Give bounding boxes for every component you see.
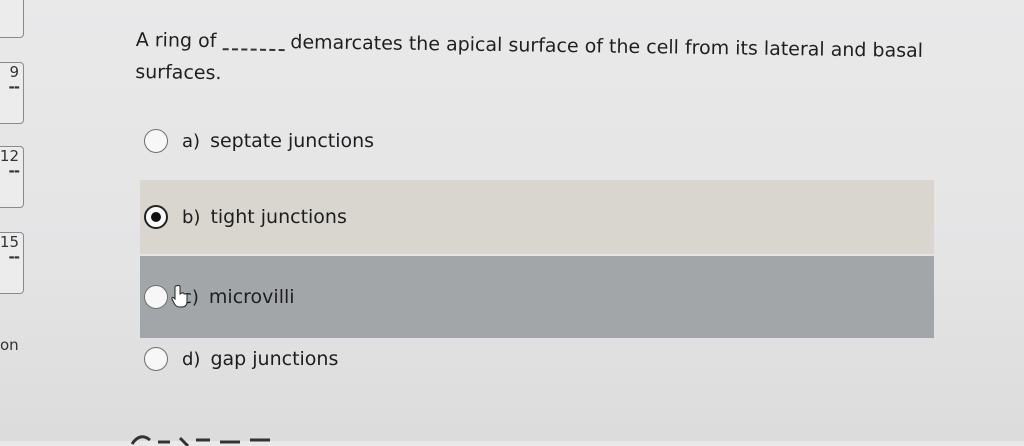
question-text: A ring of demarcates the apical surface o…: [135, 24, 956, 99]
question-nav-sidebar: 9 -- 12 -- 15 -- on: [0, 0, 30, 441]
question-nav-item[interactable]: 12 --: [0, 146, 24, 208]
question-nav-item[interactable]: [0, 0, 24, 38]
question-nav-status: --: [8, 78, 20, 96]
next-question-fragment: [130, 435, 270, 446]
fill-in-blank: [222, 33, 285, 51]
option-label: gap junctions: [210, 348, 339, 370]
sidebar-label: on: [0, 336, 19, 354]
question-nav-item[interactable]: 15 --: [0, 232, 24, 294]
question-nav-item[interactable]: 9 --: [0, 62, 24, 124]
option-label: septate junctions: [210, 130, 375, 152]
radio-dot-icon: [151, 212, 161, 222]
radio-button-selected[interactable]: [144, 205, 168, 229]
radio-button[interactable]: [144, 347, 168, 371]
option-letter: a): [182, 130, 201, 152]
option-letter: b): [182, 206, 201, 228]
question-nav-status: --: [8, 248, 20, 266]
question-text-before: A ring of: [135, 28, 217, 53]
answer-option-b[interactable]: b) tight junctions: [140, 180, 934, 254]
answer-option-d[interactable]: d) gap junctions: [140, 322, 934, 396]
option-label: tight junctions: [210, 206, 347, 228]
answer-option-a[interactable]: a) septate junctions: [140, 104, 934, 178]
radio-button[interactable]: [144, 285, 168, 309]
radio-button[interactable]: [144, 129, 168, 153]
option-letter: d): [182, 348, 201, 370]
question-nav-status: --: [8, 162, 20, 180]
hand-cursor-icon: [171, 284, 188, 308]
option-label: microvilli: [208, 286, 295, 308]
